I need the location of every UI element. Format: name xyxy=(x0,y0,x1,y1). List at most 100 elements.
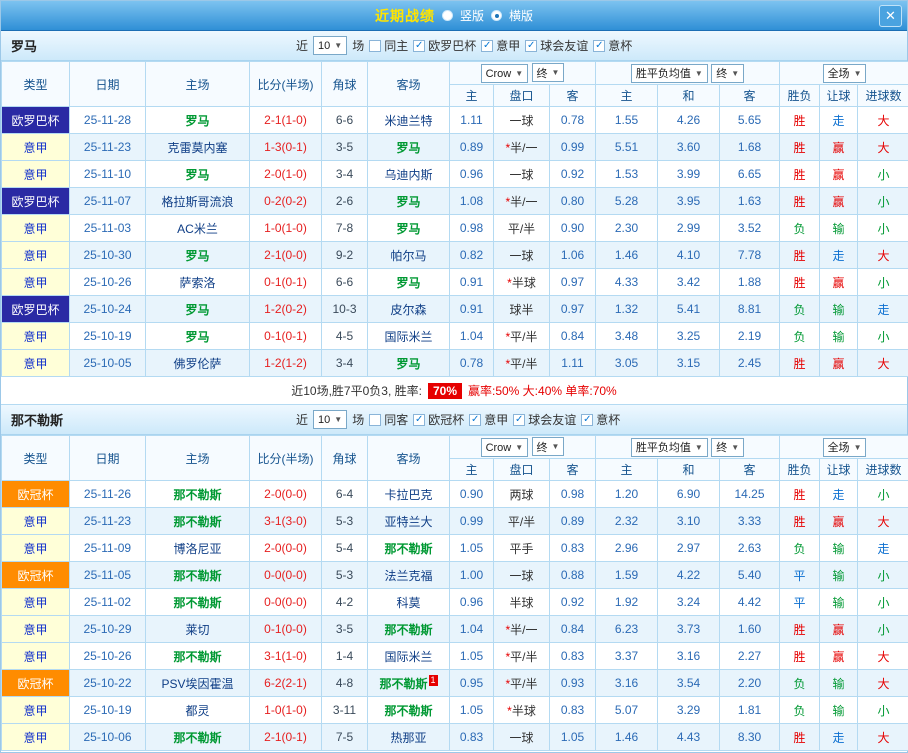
checkbox-icon[interactable] xyxy=(525,39,538,52)
away-team-cell[interactable]: 热那亚 xyxy=(367,723,450,751)
away-team-cell[interactable]: 亚特兰大 xyxy=(367,507,450,535)
home-team-cell[interactable]: 罗马 xyxy=(145,322,250,350)
home-team-cell[interactable]: 都灵 xyxy=(145,696,250,724)
handicap-home-odds-cell: 1.11 xyxy=(449,106,494,134)
chevron-down-icon: ▼ xyxy=(694,442,703,452)
home-team-cell[interactable]: 那不勒斯 xyxy=(145,561,250,589)
home-team-cell[interactable]: 格拉斯哥流浪 xyxy=(145,187,250,215)
away-team-cell[interactable]: 皮尔森 xyxy=(367,295,450,323)
home-team-cell[interactable]: 那不勒斯 xyxy=(145,642,250,670)
away-team-cell[interactable]: 米迪兰特 xyxy=(367,106,450,134)
scope-select[interactable]: 全场 ▼ xyxy=(822,63,867,83)
handicap-line-cell: *平/半 xyxy=(493,642,550,670)
home-team-cell[interactable]: 莱切 xyxy=(145,615,250,643)
filter-club-friendly[interactable]: 球会友谊 xyxy=(513,411,576,428)
checkbox-icon[interactable] xyxy=(369,39,382,52)
home-team-cell[interactable]: 罗马 xyxy=(145,241,250,269)
avg-final-select[interactable]: 终 ▼ xyxy=(711,63,745,83)
avg-odds-select[interactable]: 胜平负均值 ▼ xyxy=(630,63,708,83)
avg-away-odds-cell: 8.81 xyxy=(719,295,781,323)
match-count-select[interactable]: 10 ▼ xyxy=(313,410,348,429)
home-team-cell[interactable]: AC米兰 xyxy=(145,214,250,242)
home-team-cell[interactable]: 罗马 xyxy=(145,160,250,188)
away-team-cell[interactable]: 科莫 xyxy=(367,588,450,616)
checkbox-icon[interactable] xyxy=(481,39,494,52)
away-team-cell[interactable]: 乌迪内斯 xyxy=(367,160,450,188)
home-team-cell[interactable]: 那不勒斯 xyxy=(145,723,250,751)
team-section-header-napoli: 那不勒斯 近 10 ▼ 场 同客 欧冠杯 意甲 球会友谊 xyxy=(1,405,907,435)
checkbox-icon[interactable] xyxy=(413,413,426,426)
filter-serie-a[interactable]: 意甲 xyxy=(481,37,520,54)
match-type-cell: 意甲 xyxy=(1,241,70,269)
odds-source-select[interactable]: Crow ▼ xyxy=(480,64,529,83)
match-row: 意甲 25-10-29 莱切 0-1(0-0) 3-5 那不勒斯 1.04 *半/一 0.84 6… xyxy=(1,615,908,643)
match-type-cell: 欧罗巴杯 xyxy=(1,187,70,215)
filter-same-venue[interactable]: 同客 xyxy=(369,411,408,428)
match-type-cell: 意甲 xyxy=(1,322,70,350)
avg-draw-odds-cell: 3.60 xyxy=(657,133,721,161)
filter-champions-league[interactable]: 欧冠杯 xyxy=(413,411,464,428)
filter-club-friendly[interactable]: 球会友谊 xyxy=(525,37,588,54)
checkbox-icon[interactable] xyxy=(369,413,382,426)
away-team-cell[interactable]: 罗马 xyxy=(367,214,450,242)
home-team-cell[interactable]: 那不勒斯 xyxy=(145,588,250,616)
odds-source-select[interactable]: Crow ▼ xyxy=(480,438,529,457)
home-team-cell[interactable]: 克雷莫内塞 xyxy=(145,133,250,161)
avg-final-select[interactable]: 终 ▼ xyxy=(711,437,745,457)
avg-odds-select[interactable]: 胜平负均值 ▼ xyxy=(630,437,708,457)
match-type-cell: 意甲 xyxy=(1,507,70,535)
handicap-line-cell: 一球 xyxy=(493,723,550,751)
horizontal-layout-radio[interactable] xyxy=(491,10,502,21)
vertical-layout-radio[interactable] xyxy=(441,10,453,21)
home-team-cell[interactable]: 萨索洛 xyxy=(145,268,250,296)
checkbox-icon[interactable] xyxy=(513,413,526,426)
match-count-select[interactable]: 10 ▼ xyxy=(313,36,348,55)
away-team-cell[interactable]: 那不勒斯 1 xyxy=(367,669,450,697)
home-team-cell[interactable]: 罗马 xyxy=(145,295,250,323)
checkbox-icon[interactable] xyxy=(593,39,606,52)
corners-cell: 4-5 xyxy=(321,322,368,350)
away-team-cell[interactable]: 那不勒斯 xyxy=(367,696,450,724)
away-team-cell[interactable]: 那不勒斯 xyxy=(367,534,450,562)
away-team-cell[interactable]: 罗马 xyxy=(367,268,450,296)
checkbox-icon[interactable] xyxy=(413,39,426,52)
home-team-cell[interactable]: 那不勒斯 xyxy=(145,507,250,535)
home-team-cell[interactable]: 那不勒斯 xyxy=(145,480,250,508)
filter-same-venue[interactable]: 同主 xyxy=(369,37,408,54)
home-team-cell[interactable]: 佛罗伦萨 xyxy=(145,349,250,377)
filter-serie-a[interactable]: 意甲 xyxy=(469,411,508,428)
result-cell: 负 xyxy=(779,534,821,562)
away-team-cell[interactable]: 那不勒斯 xyxy=(367,615,450,643)
avg-away-odds-cell: 3.52 xyxy=(719,214,781,242)
col-home: 主场 xyxy=(145,435,250,481)
filter-coppa-italia[interactable]: 意杯 xyxy=(581,411,620,428)
away-team-cell[interactable]: 卡拉巴克 xyxy=(367,480,450,508)
home-team-cell[interactable]: 罗马 xyxy=(145,106,250,134)
goals-result-cell: 大 xyxy=(857,106,908,134)
away-team-cell[interactable]: 帕尔马 xyxy=(367,241,450,269)
goals-result-cell: 小 xyxy=(857,214,908,242)
home-team-cell[interactable]: PSV埃因霍温 xyxy=(145,669,250,697)
handicap-home-odds-cell: 0.96 xyxy=(449,160,494,188)
avg-home-odds-cell: 5.51 xyxy=(595,133,659,161)
filter-europa-league[interactable]: 欧罗巴杯 xyxy=(413,37,476,54)
match-count-value: 10 xyxy=(318,413,331,426)
away-team-cell[interactable]: 罗马 xyxy=(367,349,450,377)
vertical-layout-label[interactable]: 竖版 xyxy=(460,7,484,24)
col-handicap: 盘口 xyxy=(493,458,550,481)
close-icon[interactable]: ✕ xyxy=(879,5,902,27)
scope-select[interactable]: 全场 ▼ xyxy=(822,437,867,457)
checkbox-icon[interactable] xyxy=(469,413,482,426)
avg-home-odds-cell: 1.32 xyxy=(595,295,659,323)
filter-coppa-italia[interactable]: 意杯 xyxy=(593,37,632,54)
odds-final-select[interactable]: 终 ▼ xyxy=(531,63,565,82)
home-team-cell[interactable]: 博洛尼亚 xyxy=(145,534,250,562)
away-team-cell[interactable]: 国际米兰 xyxy=(367,322,450,350)
away-team-cell[interactable]: 罗马 xyxy=(367,187,450,215)
away-team-cell[interactable]: 法兰克福 xyxy=(367,561,450,589)
away-team-cell[interactable]: 国际米兰 xyxy=(367,642,450,670)
checkbox-icon[interactable] xyxy=(581,413,594,426)
away-team-cell[interactable]: 罗马 xyxy=(367,133,450,161)
horizontal-layout-label[interactable]: 横版 xyxy=(509,7,533,24)
odds-final-select[interactable]: 终 ▼ xyxy=(531,437,565,456)
